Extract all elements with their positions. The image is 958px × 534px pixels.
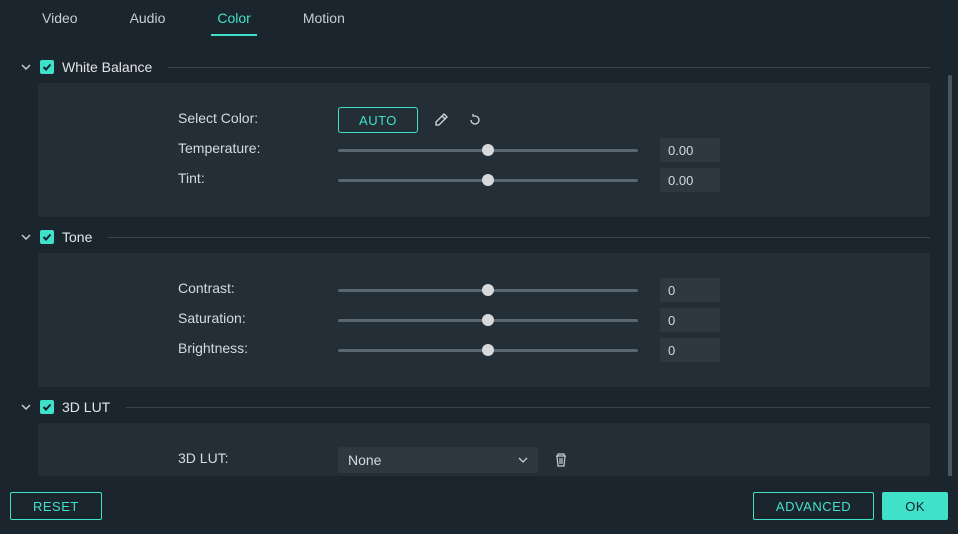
row-select-color: Select Color: AUTO <box>38 105 930 135</box>
row-saturation: Saturation: <box>38 305 930 335</box>
label-brightness: Brightness: <box>38 340 338 356</box>
row-brightness: Brightness: <box>38 335 930 365</box>
section-header-tone: Tone <box>20 229 930 245</box>
tab-video[interactable]: Video <box>36 10 84 36</box>
chevron-down-icon <box>518 455 528 465</box>
value-brightness[interactable] <box>660 338 720 362</box>
checkbox-tone[interactable] <box>40 230 54 244</box>
tab-motion[interactable]: Motion <box>297 10 351 36</box>
tab-color[interactable]: Color <box>211 10 256 36</box>
reset-icon[interactable] <box>464 109 486 131</box>
tab-audio[interactable]: Audio <box>124 10 172 36</box>
section-body-white-balance: Select Color: AUTO Temperature: <box>38 83 930 217</box>
chevron-down-icon[interactable] <box>20 61 32 73</box>
reset-button[interactable]: RESET <box>10 492 102 520</box>
section-body-tone: Contrast: Saturation: Bright <box>38 253 930 387</box>
slider-contrast[interactable] <box>338 280 638 300</box>
slider-saturation[interactable] <box>338 310 638 330</box>
value-saturation[interactable] <box>660 308 720 332</box>
label-select-color: Select Color: <box>38 110 338 126</box>
divider <box>108 237 930 238</box>
select-3d-lut-value: None <box>348 452 381 468</box>
section-title-3d-lut: 3D LUT <box>62 399 110 415</box>
tabs-bar: Video Audio Color Motion <box>0 0 958 37</box>
chevron-down-icon[interactable] <box>20 401 32 413</box>
label-3d-lut: 3D LUT: <box>38 450 338 466</box>
scrollbar[interactable] <box>948 75 952 476</box>
label-tint: Tint: <box>38 170 338 186</box>
section-title-tone: Tone <box>62 229 92 245</box>
section-body-3d-lut: 3D LUT: None <box>38 423 930 476</box>
trash-icon[interactable] <box>550 449 572 471</box>
checkbox-white-balance[interactable] <box>40 60 54 74</box>
slider-brightness[interactable] <box>338 340 638 360</box>
section-title-white-balance: White Balance <box>62 59 152 75</box>
checkbox-3d-lut[interactable] <box>40 400 54 414</box>
row-tint: Tint: <box>38 165 930 195</box>
slider-temperature[interactable] <box>338 140 638 160</box>
eyedropper-icon[interactable] <box>430 109 452 131</box>
row-3d-lut: 3D LUT: None <box>38 445 930 475</box>
footer: RESET ADVANCED OK <box>0 476 958 534</box>
value-temperature[interactable] <box>660 138 720 162</box>
advanced-button[interactable]: ADVANCED <box>753 492 874 520</box>
color-panel: White Balance Select Color: AUTO Tempera… <box>0 37 958 476</box>
label-saturation: Saturation: <box>38 310 338 326</box>
chevron-down-icon[interactable] <box>20 231 32 243</box>
label-contrast: Contrast: <box>38 280 338 296</box>
row-contrast: Contrast: <box>38 275 930 305</box>
label-temperature: Temperature: <box>38 140 338 156</box>
value-contrast[interactable] <box>660 278 720 302</box>
value-tint[interactable] <box>660 168 720 192</box>
select-3d-lut[interactable]: None <box>338 447 538 473</box>
section-header-3d-lut: 3D LUT <box>20 399 930 415</box>
divider <box>168 67 930 68</box>
divider <box>126 407 930 408</box>
slider-tint[interactable] <box>338 170 638 190</box>
row-temperature: Temperature: <box>38 135 930 165</box>
section-header-white-balance: White Balance <box>20 59 930 75</box>
ok-button[interactable]: OK <box>882 492 948 520</box>
auto-button[interactable]: AUTO <box>338 107 418 133</box>
